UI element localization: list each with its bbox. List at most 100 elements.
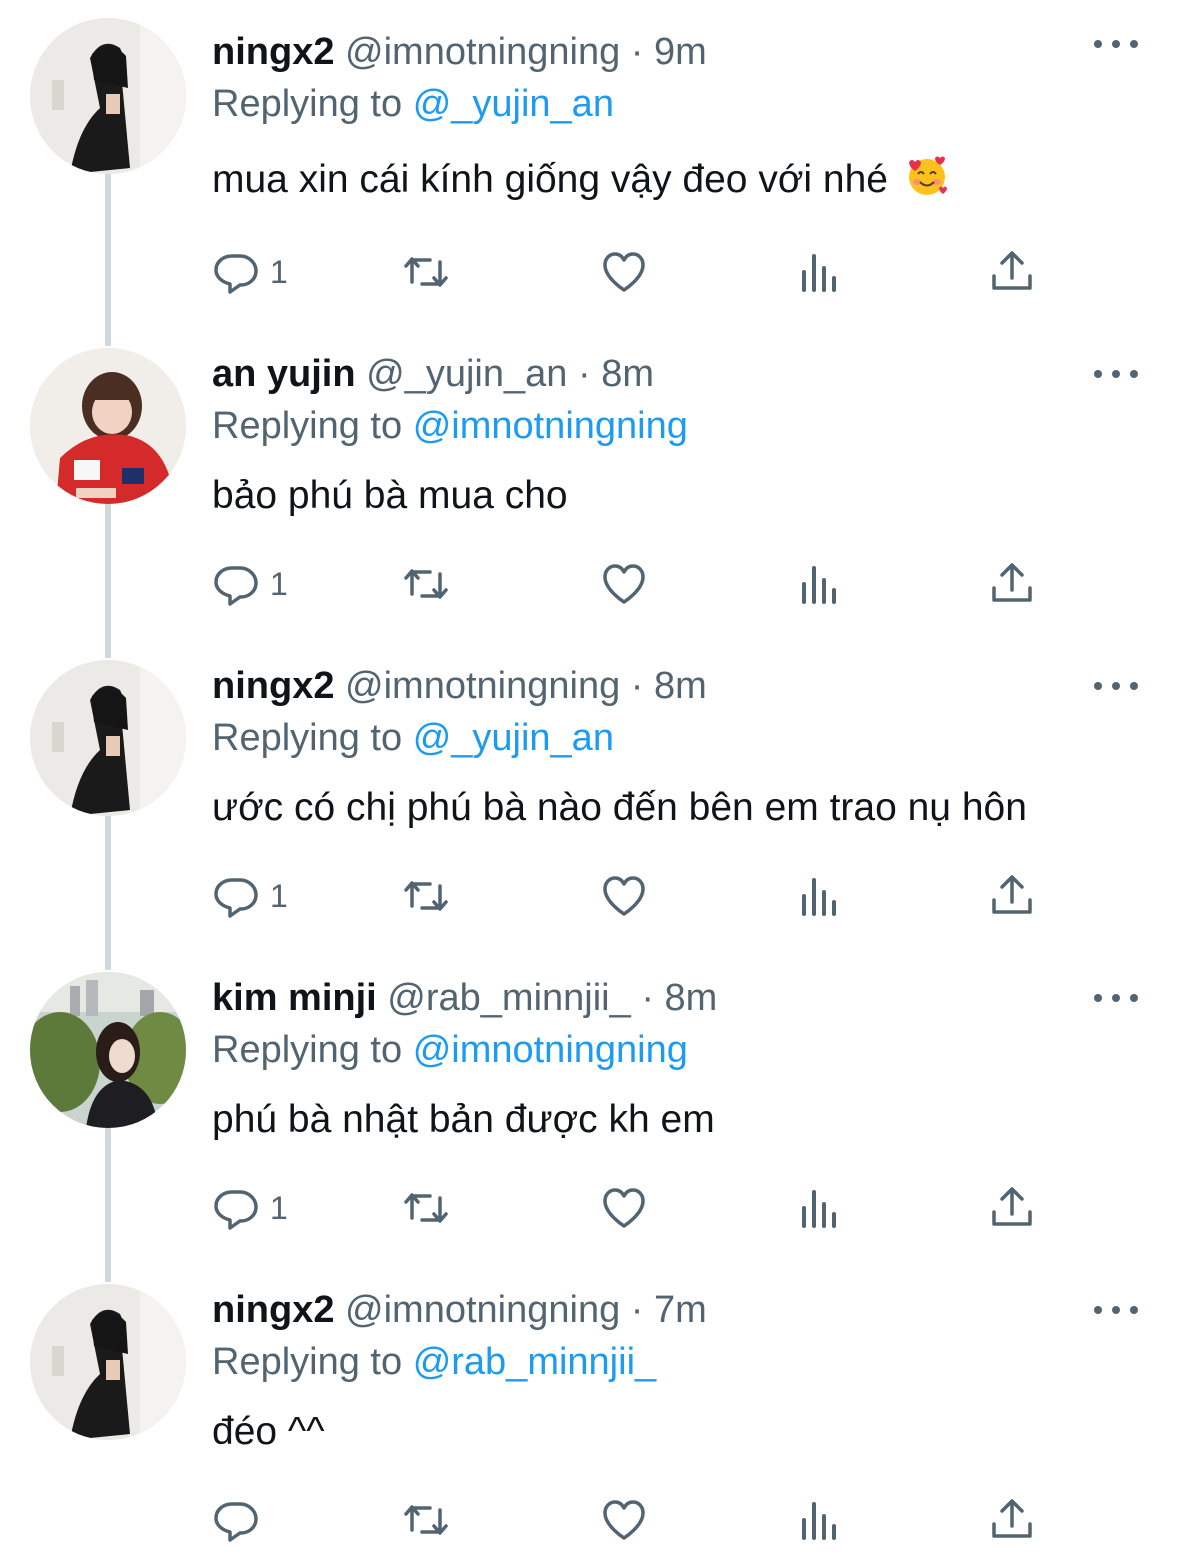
an-yujin-avatar bbox=[30, 348, 186, 504]
avatar[interactable] bbox=[30, 1284, 186, 1440]
tweet[interactable]: kim minji @rab_minnjii_ · 8m Replying to… bbox=[0, 970, 1179, 1270]
share-button[interactable] bbox=[988, 866, 1036, 926]
display-name[interactable]: ningx2 bbox=[212, 1289, 334, 1331]
timestamp[interactable]: 7m bbox=[654, 1289, 707, 1331]
reply-icon bbox=[214, 878, 258, 918]
avatar[interactable] bbox=[30, 972, 186, 1128]
like-button[interactable] bbox=[600, 1490, 648, 1550]
handle[interactable]: @rab_minnjii_ bbox=[387, 977, 630, 1019]
views-icon bbox=[802, 1190, 836, 1228]
reply-button[interactable]: 1 bbox=[212, 554, 288, 614]
tweet-text: đéo ^^ bbox=[212, 1402, 325, 1462]
views-button[interactable] bbox=[796, 1178, 844, 1238]
reply-button[interactable]: 1 bbox=[212, 242, 288, 302]
handle[interactable]: @imnotningning bbox=[345, 1289, 620, 1331]
tweet[interactable]: ningx2 @imnotningning · 7m Replying to @… bbox=[0, 1282, 1179, 1556]
share-button[interactable] bbox=[988, 242, 1036, 302]
reply-count: 1 bbox=[270, 1189, 288, 1226]
reply-button[interactable]: 1 bbox=[212, 1178, 288, 1238]
views-button[interactable] bbox=[796, 554, 844, 614]
tweet-text: bảo phú bà mua cho bbox=[212, 466, 568, 526]
views-button[interactable] bbox=[796, 242, 844, 302]
reply-button[interactable]: 1 bbox=[212, 866, 288, 926]
tweet-actions bbox=[212, 1490, 1072, 1550]
replying-label: Replying to bbox=[212, 1029, 403, 1071]
reply-count: 1 bbox=[270, 877, 288, 914]
retweet-icon bbox=[404, 881, 448, 911]
more-icon[interactable] bbox=[1094, 362, 1138, 386]
mention-link[interactable]: @imnotningning bbox=[413, 405, 688, 447]
kim-minji-avatar bbox=[30, 972, 186, 1128]
views-icon bbox=[802, 566, 836, 604]
reply-count: 1 bbox=[270, 253, 288, 290]
display-name[interactable]: ningx2 bbox=[212, 665, 334, 707]
avatar[interactable] bbox=[30, 660, 186, 816]
replying-to: Replying to @imnotningning bbox=[212, 398, 688, 454]
share-icon bbox=[992, 875, 1032, 914]
like-button[interactable] bbox=[600, 242, 648, 302]
tweet[interactable]: ningx2 @imnotningning · 8m Replying to @… bbox=[0, 658, 1179, 958]
share-button[interactable] bbox=[988, 1490, 1036, 1550]
like-button[interactable] bbox=[600, 1178, 648, 1238]
reply-icon bbox=[214, 566, 258, 606]
separator: · bbox=[630, 31, 644, 73]
tweet-header: ningx2 @imnotningning · 8m bbox=[212, 658, 707, 714]
tweet-actions: 1 bbox=[212, 866, 1072, 926]
views-button[interactable] bbox=[796, 866, 844, 926]
reply-count: 1 bbox=[270, 565, 288, 602]
views-icon bbox=[802, 1502, 836, 1540]
reply-icon bbox=[214, 254, 258, 294]
tweet-header: kim minji @rab_minnjii_ · 8m bbox=[212, 970, 717, 1026]
mention-link[interactable]: @_yujin_an bbox=[413, 717, 614, 759]
handle[interactable]: @imnotningning bbox=[345, 665, 620, 707]
tweet-header: an yujin @_yujin_an · 8m bbox=[212, 346, 654, 402]
timestamp[interactable]: 8m bbox=[654, 665, 707, 707]
like-icon bbox=[603, 1188, 645, 1228]
share-icon bbox=[992, 563, 1032, 602]
mention-link[interactable]: @_yujin_an bbox=[413, 83, 614, 125]
display-name[interactable]: ningx2 bbox=[212, 31, 334, 73]
handle[interactable]: @_yujin_an bbox=[366, 353, 567, 395]
retweet-button[interactable] bbox=[402, 554, 450, 614]
timestamp[interactable]: 8m bbox=[601, 353, 654, 395]
tweet-text: phú bà nhật bản được kh em bbox=[212, 1090, 715, 1150]
replying-to: Replying to @imnotningning bbox=[212, 1022, 688, 1078]
views-icon bbox=[802, 878, 836, 916]
more-icon[interactable] bbox=[1094, 1298, 1138, 1322]
more-icon[interactable] bbox=[1094, 986, 1138, 1010]
like-button[interactable] bbox=[600, 554, 648, 614]
tweet-text-body: đéo ^^ bbox=[212, 1410, 325, 1453]
display-name[interactable]: an yujin bbox=[212, 353, 356, 395]
more-icon[interactable] bbox=[1094, 674, 1138, 698]
reply-thread: ningx2 @imnotningning · 9m Replying to @… bbox=[0, 0, 1179, 1556]
retweet-icon bbox=[404, 1193, 448, 1223]
more-icon[interactable] bbox=[1094, 32, 1138, 56]
tweet[interactable]: an yujin @_yujin_an · 8m Replying to @im… bbox=[0, 346, 1179, 646]
separator: · bbox=[630, 1289, 644, 1331]
like-button[interactable] bbox=[600, 866, 648, 926]
display-name[interactable]: kim minji bbox=[212, 977, 377, 1019]
like-icon bbox=[603, 876, 645, 916]
retweet-button[interactable] bbox=[402, 1490, 450, 1550]
tweet[interactable]: ningx2 @imnotningning · 9m Replying to @… bbox=[0, 16, 1179, 316]
like-icon bbox=[603, 564, 645, 604]
handle[interactable]: @imnotningning bbox=[345, 31, 620, 73]
avatar[interactable] bbox=[30, 18, 186, 174]
retweet-button[interactable] bbox=[402, 242, 450, 302]
tweet-actions: 1 bbox=[212, 242, 1072, 302]
views-button[interactable] bbox=[796, 1490, 844, 1550]
timestamp[interactable]: 8m bbox=[665, 977, 718, 1019]
share-button[interactable] bbox=[988, 1178, 1036, 1238]
timestamp[interactable]: 9m bbox=[654, 31, 707, 73]
replying-label: Replying to bbox=[212, 1341, 403, 1383]
tweet-text: mua xin cái kính giống vậy đeo với nhé bbox=[212, 150, 949, 210]
mention-link[interactable]: @imnotningning bbox=[413, 1029, 688, 1071]
retweet-button[interactable] bbox=[402, 866, 450, 926]
share-button[interactable] bbox=[988, 554, 1036, 614]
tweet-text: ước có chị phú bà nào đến bên em trao nụ… bbox=[212, 778, 1027, 838]
avatar[interactable] bbox=[30, 348, 186, 504]
reply-icon bbox=[214, 1190, 258, 1230]
reply-button[interactable] bbox=[212, 1490, 270, 1550]
mention-link[interactable]: @rab_minnjii_ bbox=[413, 1341, 656, 1383]
retweet-button[interactable] bbox=[402, 1178, 450, 1238]
